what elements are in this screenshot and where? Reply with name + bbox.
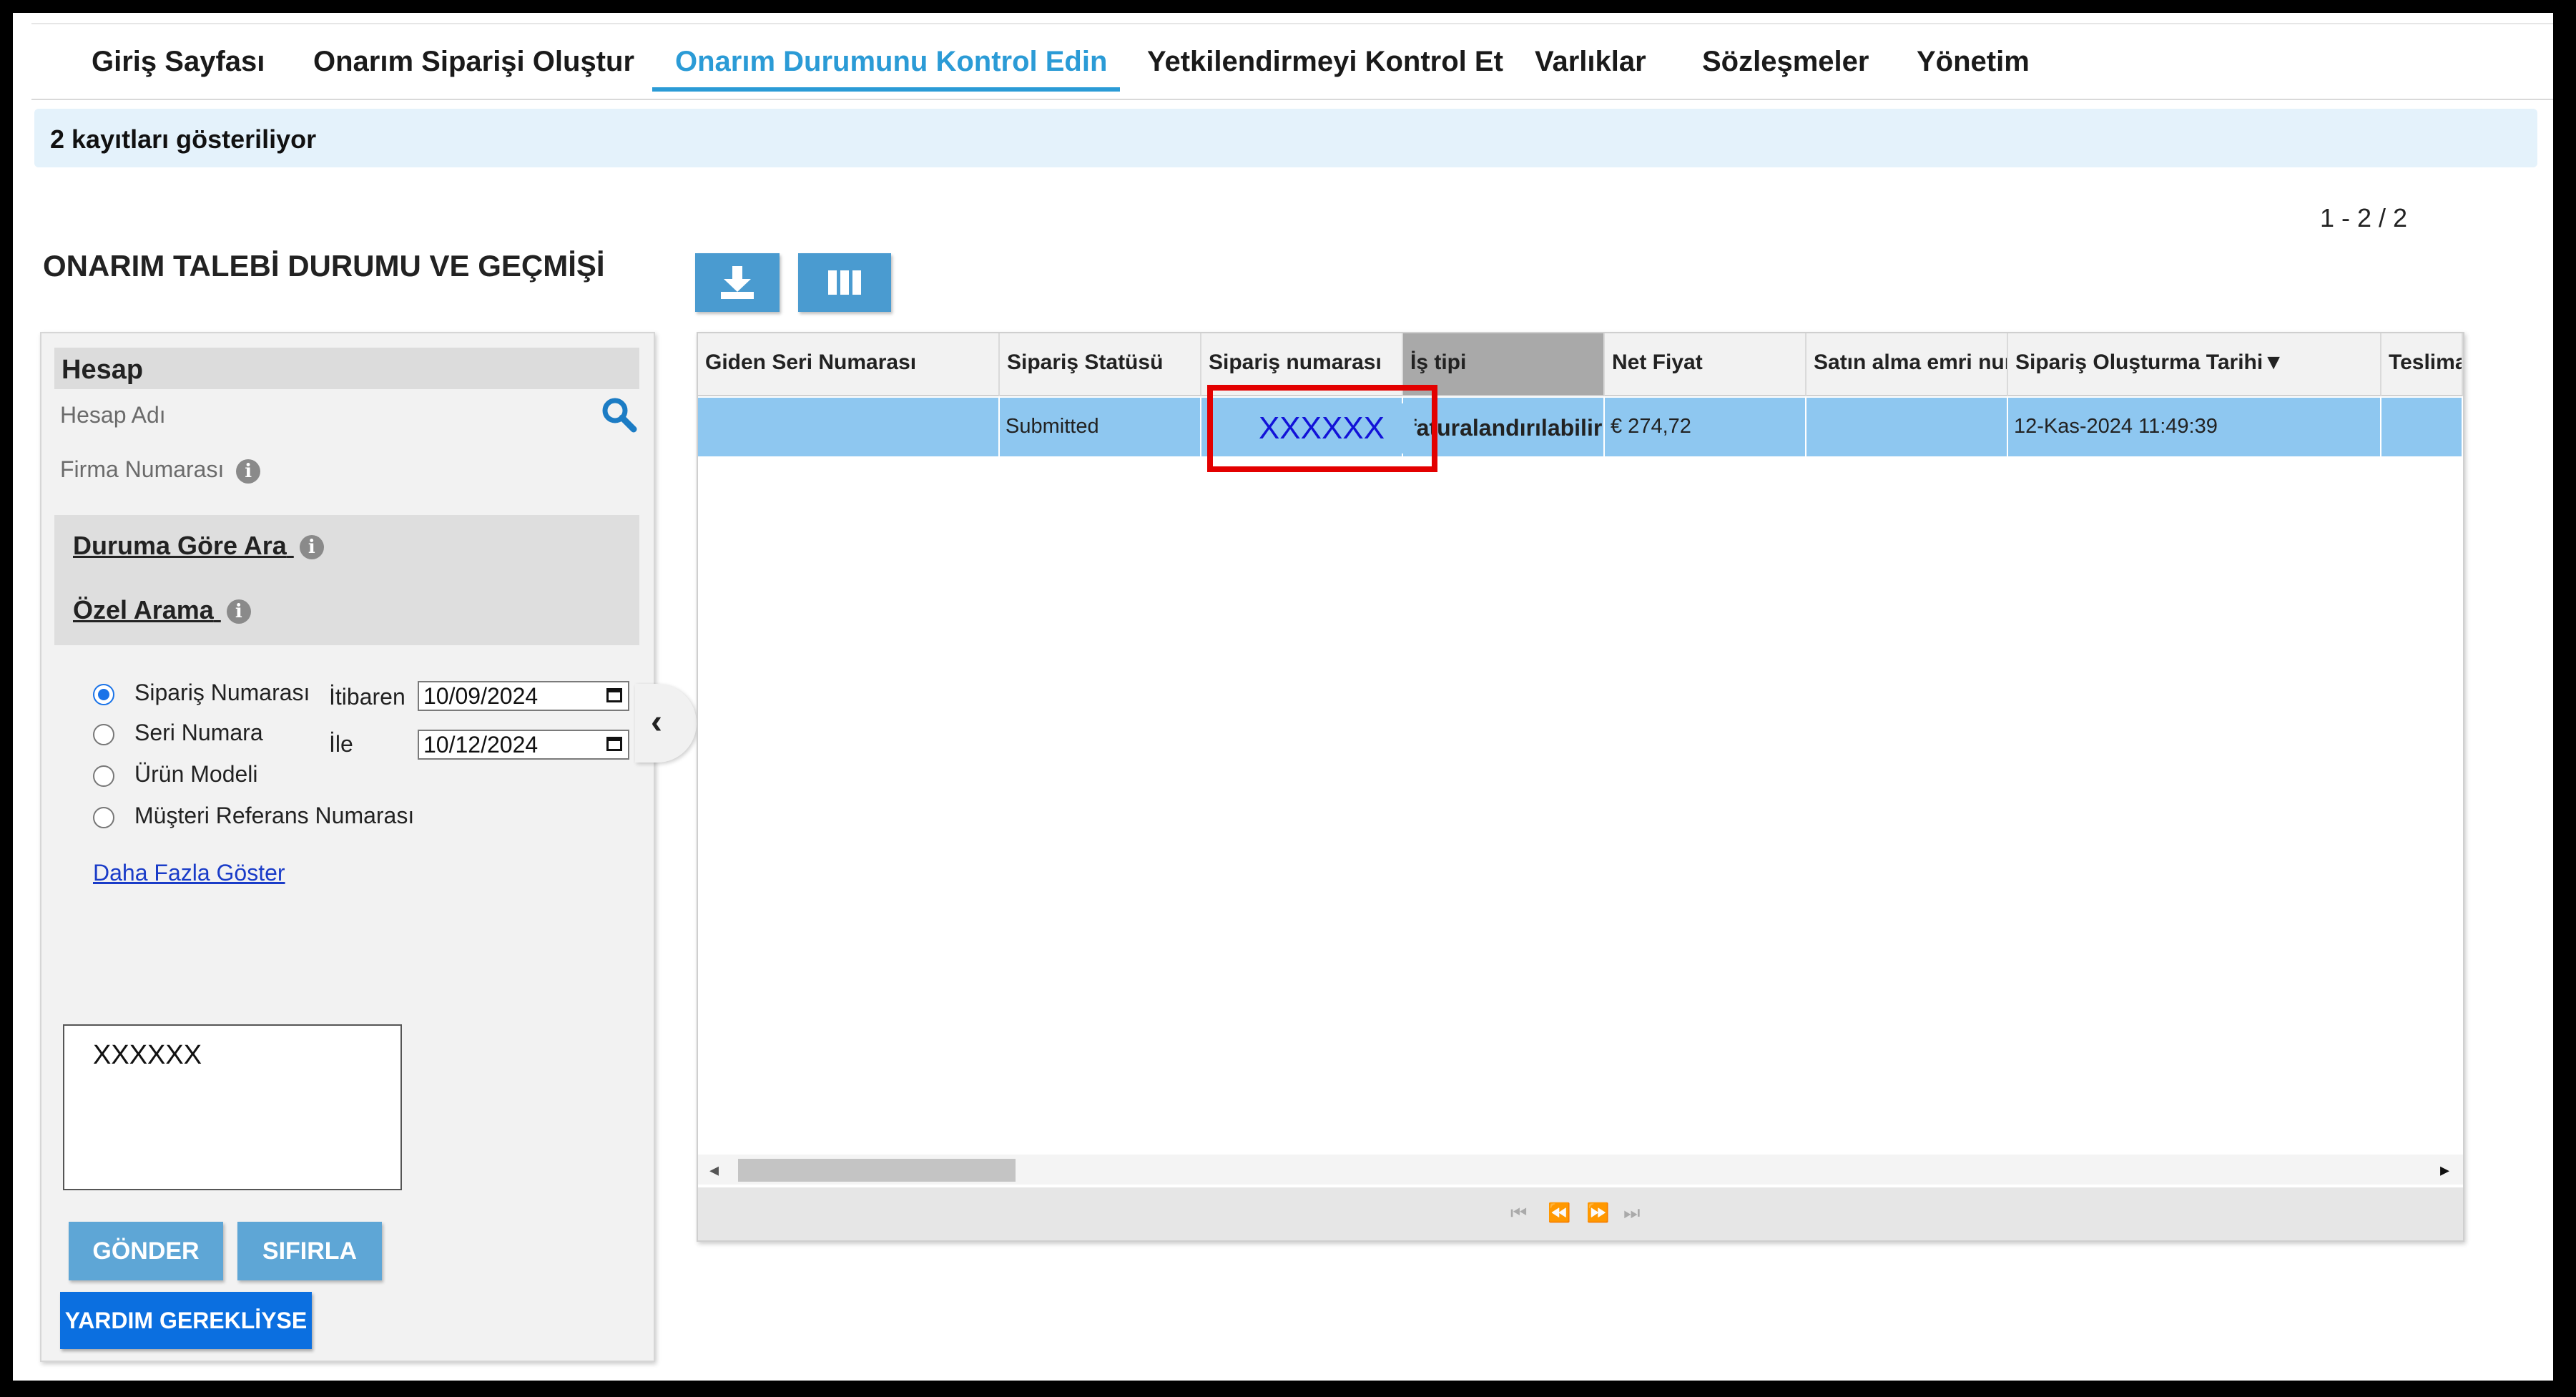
download-button[interactable] [695, 253, 780, 312]
table-cell: Submitted [1000, 398, 1201, 456]
columns-icon [828, 270, 861, 295]
help-button[interactable]: YARDIM GEREKLİYSE [60, 1292, 312, 1349]
table-cell [1806, 398, 2008, 456]
radio-label: Müşteri Referans Numarası [134, 803, 415, 828]
radio-button[interactable] [93, 683, 114, 705]
radio-order-number[interactable]: Sipariş Numarası [93, 680, 310, 706]
search-icon[interactable] [599, 395, 639, 435]
app-window: Giriş Sayfası Onarım Siparişi Oluştur On… [13, 13, 2553, 1381]
submit-button[interactable]: GÖNDER [69, 1222, 223, 1280]
scroll-right-icon[interactable]: ▸ [2440, 1159, 2449, 1181]
column-header[interactable]: Sipariş Oluşturma Tarihi▼ [2008, 333, 2381, 396]
nav-create-repair-order[interactable]: Onarım Siparişi Oluştur [313, 46, 634, 78]
custom-search-row: Özel Arama i [73, 595, 251, 625]
company-number-row: Firma Numarası i [60, 456, 261, 484]
table-cell [698, 398, 1000, 456]
radio-button[interactable] [93, 765, 114, 787]
scroll-left-icon[interactable]: ◂ [709, 1159, 719, 1181]
nav-check-authorization[interactable]: Yetkilendirmeyi Kontrol Et [1147, 46, 1503, 78]
chevron-left-icon: ‹ [651, 703, 662, 741]
nav-contracts[interactable]: Sözleşmeler [1702, 46, 1869, 78]
account-section-title: Hesap [62, 355, 144, 385]
info-icon[interactable]: i [226, 599, 251, 624]
filter-panel: Hesap Hesap Adı Firma Numarası i Duruma … [40, 332, 655, 1362]
radio-label: Ürün Modeli [134, 761, 258, 787]
table-cell [2381, 398, 2463, 456]
nav-home[interactable]: Giriş Sayfası [92, 46, 265, 78]
previous-page-icon[interactable]: ⏪ [1548, 1202, 1570, 1224]
pager-count: 1 - 2 / 2 [2320, 203, 2408, 232]
page-title: ONARIM TALEBİ DURUMU VE GEÇMİŞİ [43, 249, 605, 283]
from-date-value: 10/09/2024 [423, 683, 539, 709]
custom-search-link[interactable]: Özel Arama [73, 595, 214, 624]
nav-assets[interactable]: Varlıklar [1535, 46, 1646, 78]
column-header[interactable]: Satın alma emri numarası [1806, 333, 2008, 396]
to-date-value: 10/12/2024 [423, 732, 539, 758]
radio-label: Sipariş Numarası [134, 680, 310, 705]
collapse-panel-button[interactable]: ‹ [635, 684, 697, 763]
company-number-label: Firma Numarası [60, 456, 225, 482]
download-icon [721, 266, 754, 299]
search-by-status-link[interactable]: Duruma Göre Ara [73, 531, 287, 560]
column-header[interactable]: Teslimat [2381, 333, 2463, 396]
column-header[interactable]: Sipariş Statüsü [1000, 333, 1201, 396]
to-date-label: İle [329, 731, 353, 757]
active-tab-indicator [652, 87, 1120, 92]
account-section-header: Hesap [54, 348, 639, 389]
radio-button[interactable] [93, 806, 114, 828]
records-info-text: 2 kayıtları gösteriliyor [50, 124, 317, 154]
nav-check-repair-status[interactable]: Onarım Durumunu Kontrol Edin [675, 46, 1107, 78]
table-cell: 12-Kas-2024 11:49:39 [2008, 398, 2381, 456]
calendar-icon[interactable] [606, 688, 622, 702]
nav-administration[interactable]: Yönetim [1917, 46, 2030, 78]
results-grid: Giden Seri Numarası Sipariş Statüsü Sipa… [697, 332, 2464, 1242]
search-options-box: Duruma Göre Ara i Özel Arama i [54, 515, 639, 645]
reset-button[interactable]: SIFIRLA [237, 1222, 382, 1280]
scrollbar-thumb[interactable] [738, 1159, 1016, 1182]
search-textarea[interactable]: XXXXXX [63, 1024, 402, 1190]
table-cell: € 274,72 [1605, 398, 1806, 456]
next-page-icon[interactable]: ⏩ [1586, 1202, 1609, 1224]
radio-serial-number[interactable]: Seri Numara [93, 720, 263, 746]
column-header[interactable]: Net Fiyat [1605, 333, 1806, 396]
radio-product-model[interactable]: Ürün Modeli [93, 761, 258, 788]
radio-button[interactable] [93, 723, 114, 745]
from-date-label: İtibaren [329, 684, 405, 710]
grid-pager [698, 1187, 2463, 1240]
radio-customer-reference[interactable]: Müşteri Referans Numarası [93, 803, 414, 829]
columns-button[interactable] [798, 253, 891, 312]
calendar-icon[interactable] [606, 737, 622, 751]
column-header[interactable]: Giden Seri Numarası [698, 333, 1000, 396]
highlight-box [1207, 385, 1437, 472]
show-more-link[interactable]: Daha Fazla Göster [93, 860, 285, 886]
to-date-input[interactable]: 10/12/2024 [418, 730, 629, 760]
account-name-label: Hesap Adı [60, 402, 166, 428]
first-page-icon[interactable]: ⏮ [1510, 1202, 1527, 1225]
radio-label: Seri Numara [134, 720, 263, 745]
records-info-bar: 2 kayıtları gösteriliyor [34, 109, 2537, 167]
from-date-input[interactable]: 10/09/2024 [418, 681, 629, 711]
info-icon[interactable]: i [299, 535, 324, 560]
top-navigation: Giriş Sayfası Onarım Siparişi Oluştur On… [31, 23, 2553, 100]
search-by-status-row: Duruma Göre Ara i [73, 531, 324, 561]
last-page-icon[interactable]: ⏭ [1623, 1202, 1640, 1225]
info-icon[interactable]: i [236, 459, 261, 484]
